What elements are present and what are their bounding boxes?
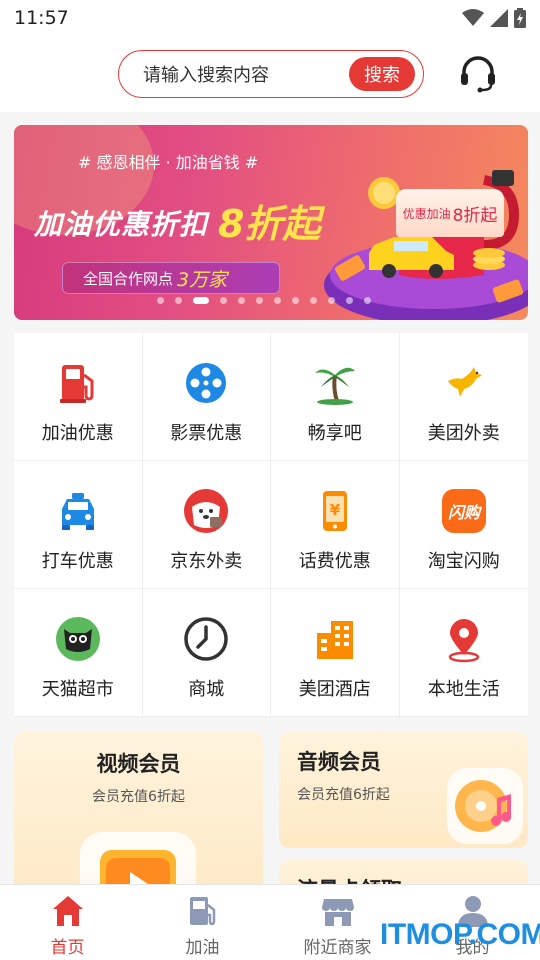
status-icons [462,8,526,28]
banner-dot[interactable] [175,297,182,304]
svg-text:闪购: 闪购 [448,503,483,522]
audio-card-text: 音频会员 会员充值6折起 [297,746,390,804]
banner-dot[interactable] [310,297,317,304]
banner-dot[interactable] [256,297,263,304]
audio-membership-card[interactable]: 音频会员 会员充值6折起 [279,732,528,848]
fuel-pump-icon [59,365,94,403]
banner-pill-text: 全国合作网点 [83,269,174,288]
search-placeholder[interactable]: 请输入搜索内容 [143,61,349,87]
banner-sign-big: 8折起 [452,205,498,226]
banner-sign: 优惠加油 8折起 [396,189,504,237]
clock-icon [184,617,228,661]
audio-card-subtitle: 会员充值6折起 [297,787,390,803]
jd-dog-icon [184,489,229,533]
film-reel-icon [186,363,227,403]
grid-item-fuel[interactable]: 加油优惠 [14,333,143,461]
banner-pill: 全国合作网点 3万家 [62,262,280,294]
wifi-icon [462,9,484,26]
grid-item-label: 话费优惠 [298,551,371,572]
banner-pagination[interactable] [157,297,371,304]
grid-item-movie[interactable]: 影票优惠 [142,333,271,461]
phone-bill-icon: ¥ [322,491,347,531]
tab-home[interactable]: 首页 [0,885,135,960]
banner-pill-number: 3万家 [177,268,228,291]
banner-dot-active[interactable] [193,297,209,304]
tab-fuel-label: 加油 [185,938,220,958]
banner-sign-text: 优惠加油 [402,206,451,221]
kangaroo-icon [447,367,482,397]
music-disc-icon [447,768,523,844]
grid-item-label: 加油优惠 [41,423,114,444]
flash-buy-icon: 闪购 [441,489,486,533]
grid-item-hotel[interactable]: 美团酒店 [271,589,400,717]
gas-station-icon [189,897,215,926]
banner-headline: 加油优惠折扣 [34,208,209,241]
grid-item-taobao-flash[interactable]: 闪购 淘宝闪购 [399,461,528,589]
search-button[interactable]: 搜索 [349,57,415,91]
status-time: 11:57 [14,7,69,29]
grid-item-tmall[interactable]: 天猫超市 [14,589,143,717]
promo-banner[interactable]: # 感恩相伴 · 加油省钱 # 加油优惠折扣 8折起 全国合作网点 3万家 优惠… [14,125,528,320]
tab-fuel[interactable]: 加油 [135,885,270,960]
grid-item-phone-bill[interactable]: ¥ 话费优惠 [271,461,400,589]
grid-item-label: 商城 [188,679,225,700]
home-icon [52,896,83,926]
banner-dot[interactable] [274,297,281,304]
grid-item-label: 美团外卖 [427,423,500,444]
grid-item-taxi[interactable]: 打车优惠 [14,461,143,589]
grid-item-enjoy[interactable]: 畅享吧 [271,333,400,461]
banner-dot[interactable] [292,297,299,304]
banner-dot[interactable] [328,297,335,304]
grid-item-meituan-food[interactable]: 美团外卖 [399,333,528,461]
video-card-subtitle: 会员充值6折起 [92,789,185,805]
search-input[interactable]: 请输入搜索内容 搜索 [118,50,424,98]
grid-item-label: 影票优惠 [170,423,243,444]
tab-home-label: 首页 [50,938,85,958]
video-card-text: 视频会员 会员充值6折起 [14,748,263,806]
tab-nearby-label: 附近商家 [303,938,372,958]
location-pin-icon [448,619,479,663]
status-bar: 11:57 [0,0,540,36]
video-membership-card[interactable]: 视频会员 会员充值6折起 [14,732,263,902]
grid-item-label: 淘宝闪购 [427,551,500,572]
grid-item-label: 京东外卖 [170,551,243,572]
hotel-building-icon [316,621,353,659]
banner-dot[interactable] [238,297,245,304]
banner-tagline: # 感恩相伴 · 加油省钱 # [78,153,259,172]
grid-item-label: 打车优惠 [41,551,114,572]
battery-icon [514,8,526,28]
video-card-title: 视频会员 [96,752,181,776]
grid-item-mall[interactable]: 商城 [142,589,271,717]
storefront-icon [321,899,354,926]
feature-grid: 加油优惠 影票优惠 畅享吧 美团外卖 打车优惠 京东外卖 ¥ 话费优惠 闪购 淘… [14,333,528,717]
banner-dot[interactable] [220,297,227,304]
grid-item-label: 畅享吧 [307,423,362,444]
headset-icon[interactable] [458,54,498,94]
grid-item-label: 美团酒店 [298,679,371,700]
audio-card-title: 音频会员 [297,750,381,774]
taxi-icon [61,493,94,530]
grid-item-label: 天猫超市 [41,679,114,700]
palm-tree-icon [314,367,355,405]
banner-dot[interactable] [346,297,353,304]
tmall-cat-icon [55,617,100,661]
watermark: ITMOP.COM [380,918,540,951]
grid-item-local-life[interactable]: 本地生活 [399,589,528,717]
grid-item-jd-food[interactable]: 京东外卖 [142,461,271,589]
grid-item-label: 本地生活 [427,679,500,700]
banner-dot[interactable] [157,297,164,304]
banner-dot[interactable] [364,297,371,304]
banner-discount: 8折起 [218,202,321,246]
signal-icon [490,9,508,27]
header: 请输入搜索内容 搜索 [0,36,540,112]
svg-text:¥: ¥ [330,501,341,519]
